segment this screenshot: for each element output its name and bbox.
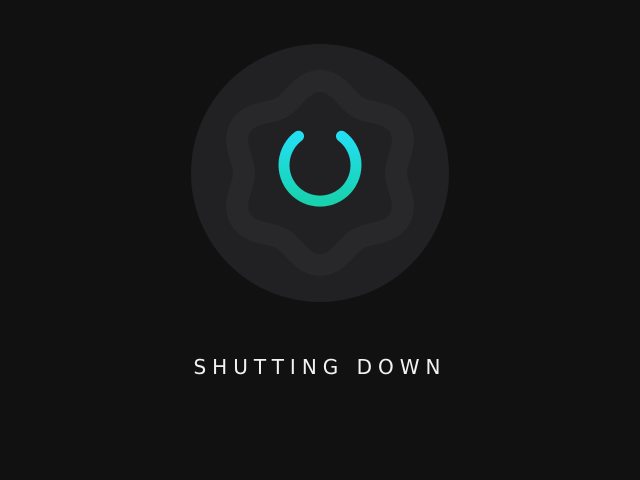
shutdown-screen: SHUTTING DOWN (0, 0, 640, 480)
power-halo (191, 44, 449, 302)
shutdown-message: SHUTTING DOWN (193, 355, 447, 379)
